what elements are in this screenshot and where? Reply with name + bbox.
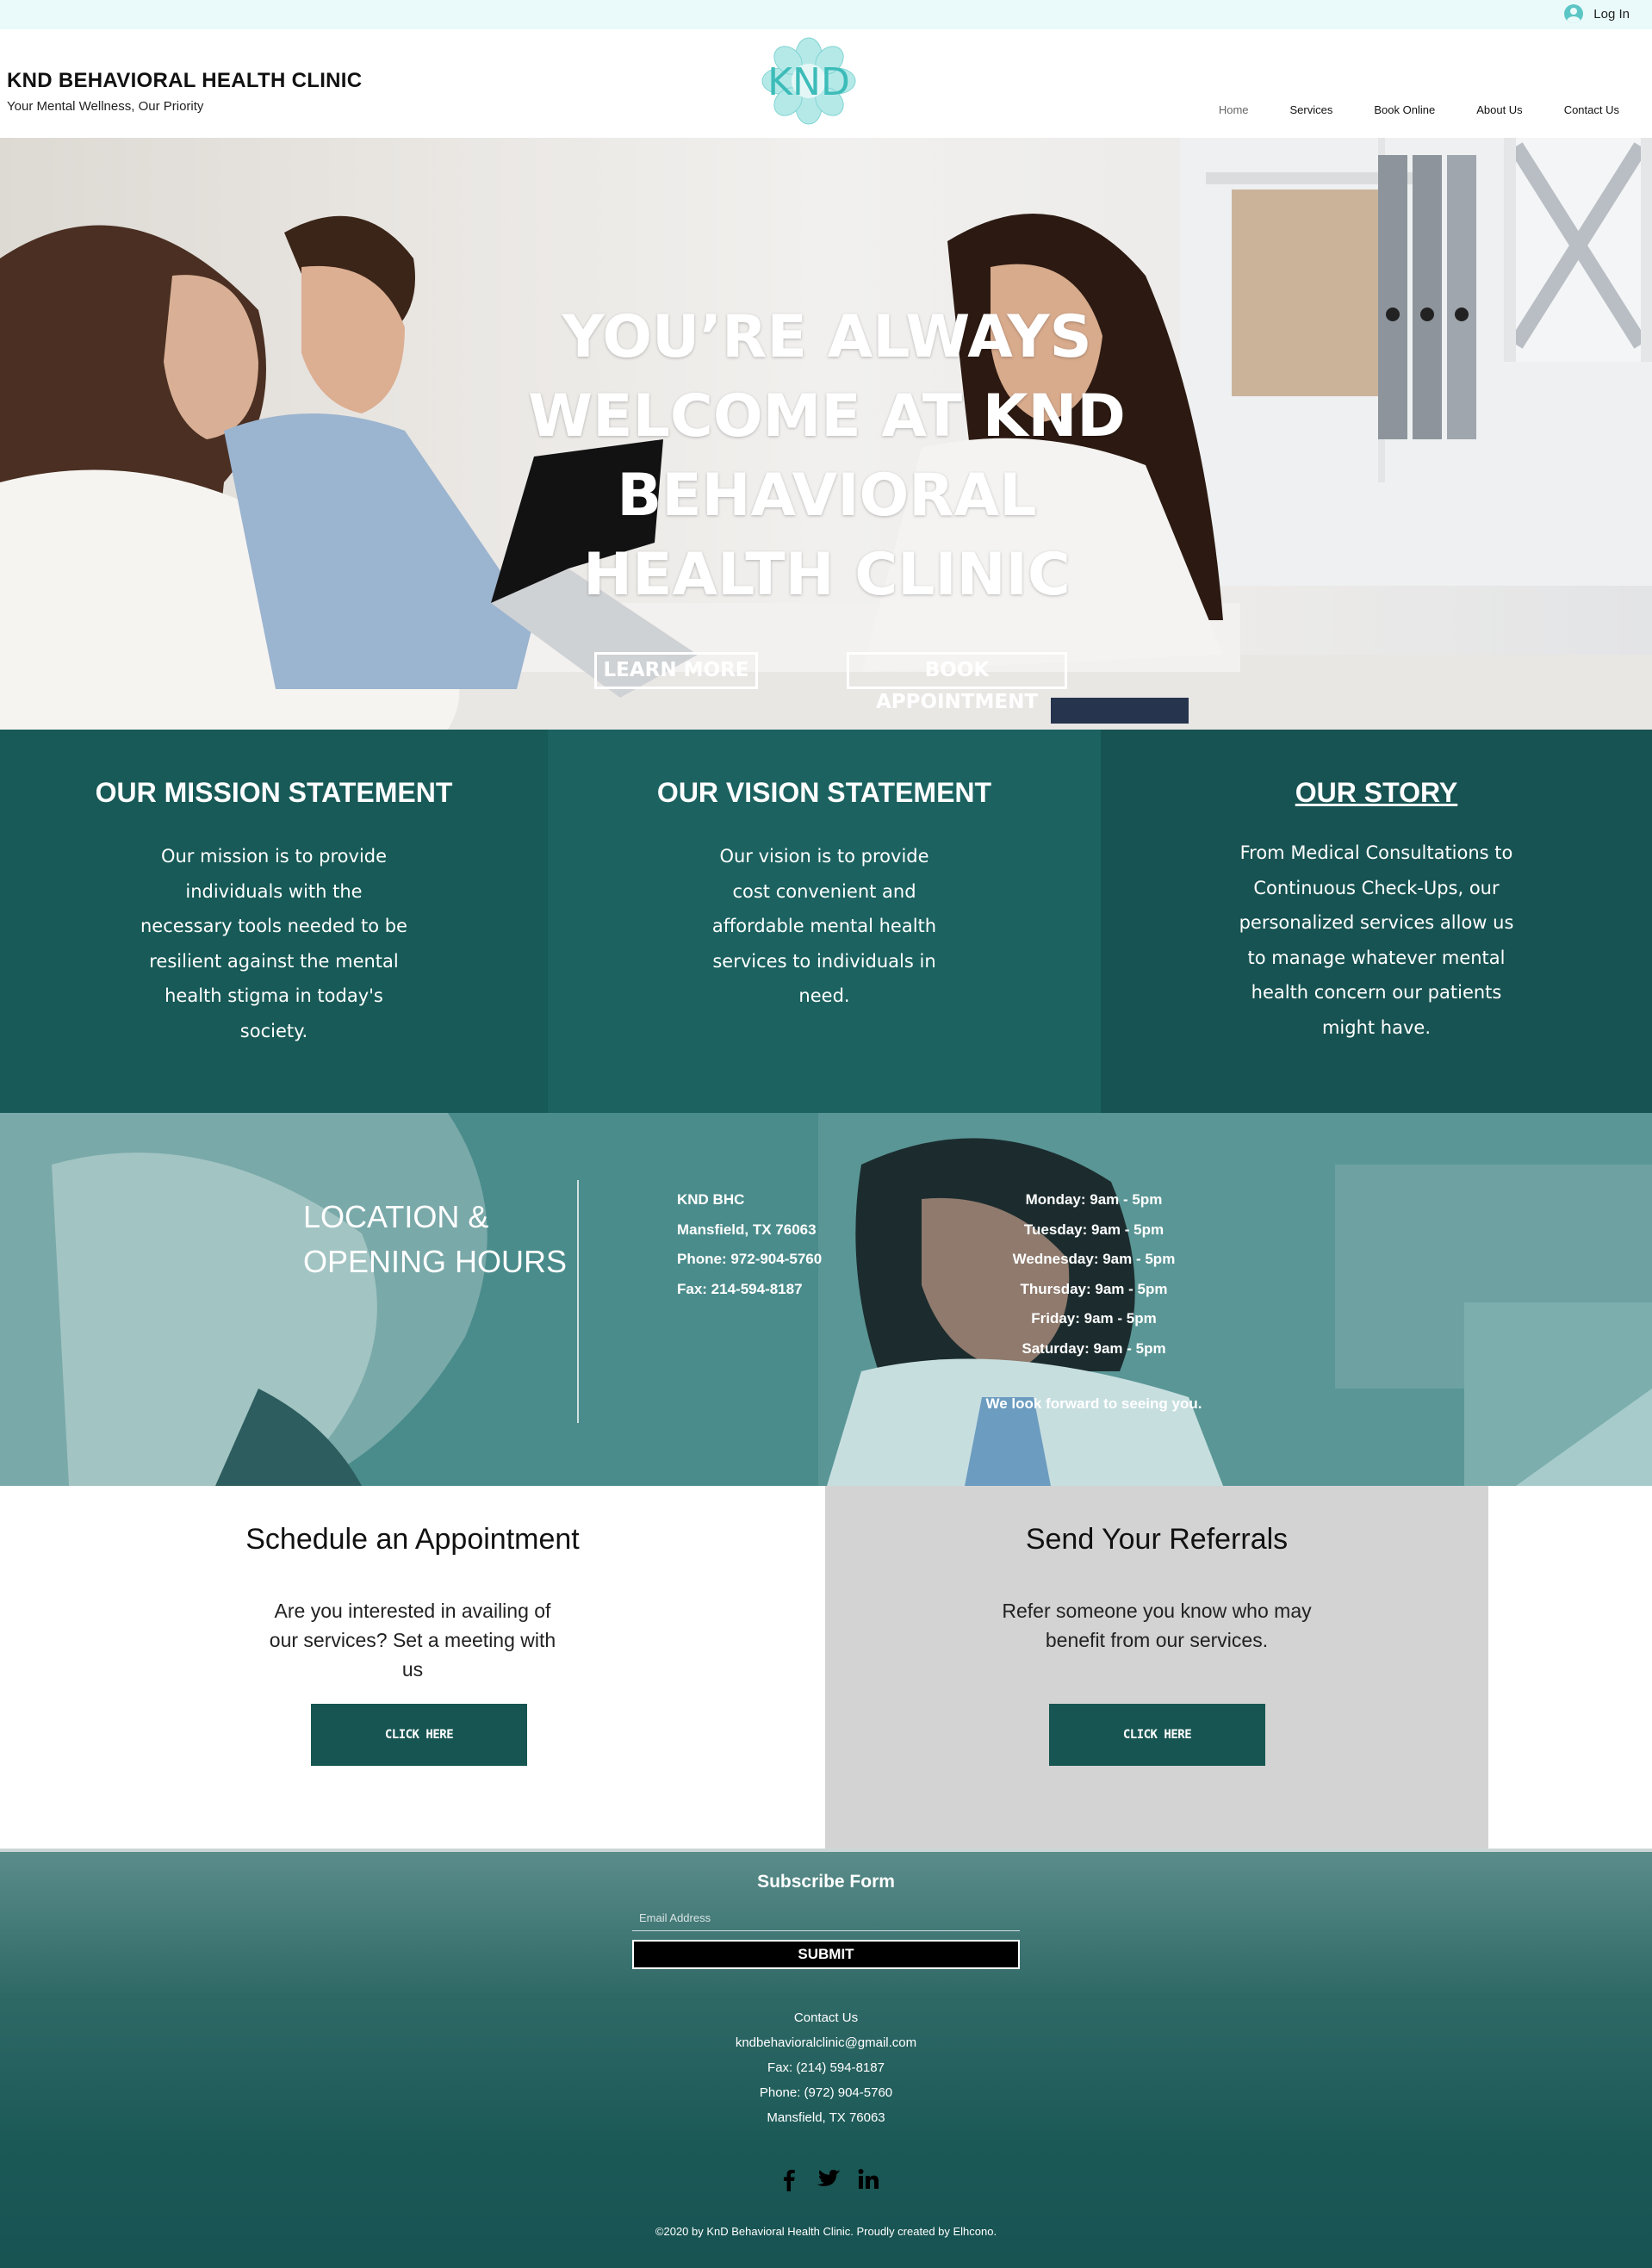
- location-section: LOCATION & OPENING HOURS KND BHC Mansfie…: [0, 1113, 1652, 1486]
- hours-wednesday: Wednesday: 9am - 5pm: [1012, 1251, 1176, 1267]
- facebook-icon[interactable]: [775, 2165, 803, 2193]
- story-statement: OUR STORY From Medical Consultations to …: [1101, 730, 1652, 1113]
- nav-book-online[interactable]: Book Online: [1353, 103, 1456, 116]
- subscribe-title: Subscribe Form: [757, 1872, 895, 1892]
- hero-title: YOU’RE ALWAYS WELCOME AT KND BEHAVIORAL …: [528, 303, 1126, 609]
- vision-title: OUR VISION STATEMENT: [656, 777, 992, 808]
- knd-logo[interactable]: KND: [758, 36, 860, 126]
- login-button[interactable]: Log In: [1564, 4, 1630, 23]
- appointment-click-here-button[interactable]: CLICK HERE: [311, 1704, 527, 1766]
- address-city: Mansfield, TX 76063: [677, 1221, 817, 1238]
- footer-email-link[interactable]: kndbehavioralclinic@gmail.com: [0, 2030, 1652, 2055]
- location-divider: [577, 1180, 579, 1423]
- appointment-title: Schedule an Appointment: [245, 1523, 580, 1556]
- address-phone[interactable]: Phone: 972-904-5760: [677, 1245, 822, 1275]
- hours-thursday: Thursday: 9am - 5pm: [1020, 1280, 1168, 1297]
- referrals-text: Refer someone you know who may benefit f…: [1002, 1600, 1312, 1651]
- nav-about-us[interactable]: About Us: [1456, 103, 1543, 116]
- footer-contact-heading: Contact Us: [793, 2010, 859, 2025]
- vision-text: Our vision is to provide cost convenient…: [711, 846, 937, 1006]
- copyright-text: ©2020 by KnD Behavioral Health Clinic. P…: [655, 2225, 997, 2238]
- site-title[interactable]: KND BEHAVIORAL HEALTH CLINIC: [7, 69, 362, 93]
- location-closing-text: We look forward to seeing you.: [985, 1395, 1202, 1412]
- location-photo: [0, 1113, 1652, 1486]
- main-nav: Home Services Book Online About Us Conta…: [1198, 103, 1640, 116]
- nav-contact-us[interactable]: Contact Us: [1543, 103, 1640, 116]
- user-avatar-icon: [1564, 4, 1584, 23]
- footer-city: Mansfield, TX 76063: [767, 2110, 885, 2125]
- vision-statement: OUR VISION STATEMENT Our vision is to pr…: [548, 730, 1101, 1113]
- story-text: From Medical Consultations to Continuous…: [1239, 842, 1514, 1038]
- book-appointment-button[interactable]: BOOK APPOINTMENT: [847, 652, 1067, 713]
- email-address-input[interactable]: [632, 1905, 1020, 1931]
- location-title: LOCATION & OPENING HOURS: [303, 1195, 567, 1284]
- footer-contact: Contact Us kndbehavioralclinic@gmail.com…: [0, 2005, 1652, 2130]
- statements-section: OUR MISSION STATEMENT Our mission is to …: [0, 730, 1652, 1113]
- hours-saturday: Saturday: 9am - 5pm: [1022, 1339, 1166, 1357]
- twitter-icon[interactable]: [815, 2165, 842, 2193]
- referrals-section: Send Your Referrals Refer someone you kn…: [825, 1486, 1488, 1849]
- appointment-section: Schedule an Appointment Are you interest…: [0, 1486, 825, 1849]
- location-title-line1: LOCATION &: [303, 1199, 489, 1234]
- site-footer: Subscribe Form SUBMIT Contact Us kndbeha…: [0, 1849, 1652, 2268]
- submit-button[interactable]: SUBMIT: [632, 1940, 1020, 1969]
- site-tagline: Your Mental Wellness, Our Priority: [7, 99, 204, 114]
- logo-text: KND: [767, 60, 850, 104]
- login-label: Log In: [1593, 6, 1630, 22]
- address-name: KND BHC: [677, 1191, 745, 1208]
- top-bar: Log In: [0, 0, 1652, 29]
- opening-hours: Monday: 9am - 5pm Tuesday: 9am - 5pm Wed…: [965, 1185, 1223, 1364]
- appointment-text: Are you interested in availing of our se…: [269, 1600, 556, 1681]
- nav-services[interactable]: Services: [1270, 103, 1354, 116]
- nav-home[interactable]: Home: [1198, 103, 1270, 116]
- mission-title: OUR MISSION STATEMENT: [95, 777, 453, 808]
- hours-friday: Friday: 9am - 5pm: [1031, 1310, 1157, 1327]
- hours-tuesday: Tuesday: 9am - 5pm: [1023, 1221, 1164, 1238]
- learn-more-button[interactable]: LEARN MORE: [594, 652, 758, 689]
- footer-phone: Phone: (972) 904-5760: [759, 2085, 893, 2100]
- hours-monday: Monday: 9am - 5pm: [1025, 1191, 1163, 1208]
- mission-text: Our mission is to provide individuals wi…: [140, 846, 407, 1041]
- location-address: KND BHC Mansfield, TX 76063 Phone: 972-9…: [677, 1185, 822, 1304]
- referrals-title: Send Your Referrals: [1025, 1523, 1289, 1556]
- social-links: [775, 2165, 882, 2193]
- referrals-click-here-button[interactable]: CLICK HERE: [1049, 1704, 1265, 1766]
- location-title-line2: OPENING HOURS: [303, 1244, 568, 1279]
- mission-statement: OUR MISSION STATEMENT Our mission is to …: [0, 730, 548, 1113]
- linkedin-icon[interactable]: [854, 2165, 882, 2193]
- address-fax: Fax: 214-594-8187: [677, 1280, 803, 1297]
- footer-fax: Fax: (214) 594-8187: [767, 2060, 885, 2075]
- footer-divider: [0, 1849, 1652, 1852]
- hero-section: YOU’RE ALWAYS WELCOME AT KND BEHAVIORAL …: [0, 138, 1652, 730]
- story-title[interactable]: OUR STORY: [1101, 777, 1652, 809]
